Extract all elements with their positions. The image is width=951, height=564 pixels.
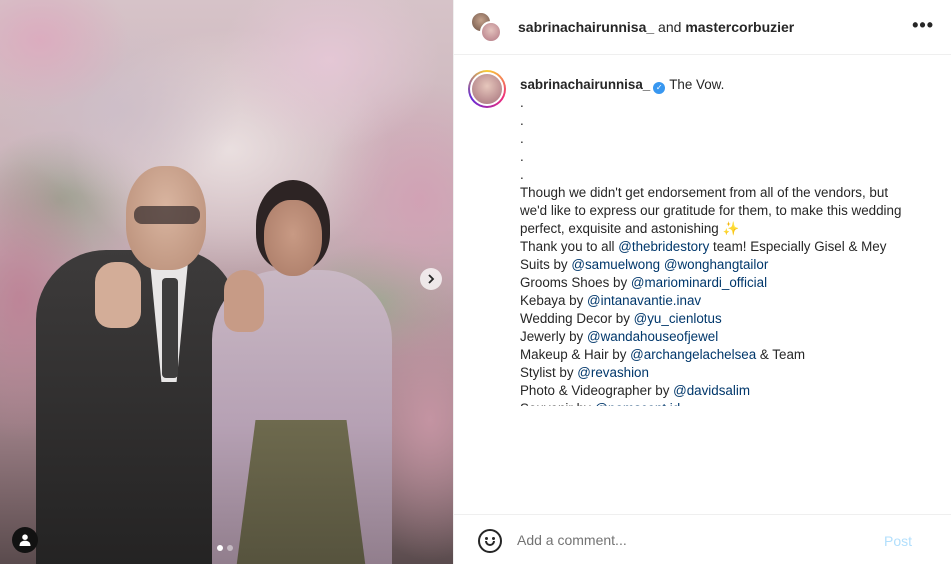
credit-line: Wedding Decor by @yu_cienlotus [520, 310, 940, 328]
credit-line: Kebaya by @intanavantie.inav [520, 292, 940, 310]
post-header: sabrinachairunnisa_ and mastercorbuzier … [454, 0, 951, 55]
caption-username[interactable]: sabrinachairunnisa_ [520, 77, 650, 92]
author-username[interactable]: sabrinachairunnisa_ [518, 19, 654, 35]
credit-label: Makeup & Hair by [520, 347, 631, 362]
bride-face [264, 200, 322, 276]
verified-badge-icon: ✓ [653, 82, 666, 94]
post-side-panel: sabrinachairunnisa_ and mastercorbuzier … [453, 0, 951, 564]
credit-label: Photo & Videographer by [520, 383, 674, 398]
credit-line: Souvenir by @pomscent.id [520, 400, 940, 406]
tagged-people-button[interactable] [12, 527, 38, 553]
mention-link[interactable]: @yu_cienlotus [634, 311, 722, 326]
credit-label: Kebaya by [520, 293, 587, 308]
credit-line: Suits by @samuelwong @wonghangtailor [520, 256, 940, 274]
credit-label: Jewerly by [520, 329, 587, 344]
person-tag-icon [19, 534, 31, 546]
caption-line: perfect, exquisite and astonishing ✨ [520, 221, 740, 236]
caption-dot: . [520, 131, 524, 146]
carousel-dot-active [217, 545, 223, 551]
credit-line: Grooms Shoes by @mariominardi_official [520, 274, 940, 292]
caption-text-segment: team! Especially Gisel & Mey [709, 239, 887, 254]
comment-input[interactable] [517, 530, 857, 550]
carousel-dot [227, 545, 233, 551]
bride-hand [224, 270, 264, 332]
groom-sunglasses [134, 206, 200, 224]
caption-text: sabrinachairunnisa_ ✓ The Vow. . . . . . T… [520, 76, 940, 406]
post-comment-button[interactable]: Post [884, 533, 912, 549]
avatar [470, 72, 504, 106]
mention-link[interactable]: @mariominardi_official [631, 275, 767, 290]
mention-link[interactable]: @revashion [577, 365, 649, 380]
groom-tie [162, 278, 178, 378]
mention-link[interactable]: @intanavantie.inav [587, 293, 701, 308]
mention-link[interactable]: @samuelwong [571, 257, 660, 272]
caption-dot: . [520, 167, 524, 182]
emoji-smile-icon[interactable] [478, 529, 502, 553]
more-options-button[interactable]: ••• [912, 16, 934, 34]
credit-line: Jewerly by @wandahouseofjewel [520, 328, 940, 346]
caption-line: we'd like to express our gratitude for t… [520, 203, 902, 218]
caption-scroll-area[interactable]: sabrinachairunnisa_ ✓ The Vow. . . . . . T… [454, 56, 951, 406]
caption-avatar[interactable] [468, 70, 506, 108]
caption-dot: . [520, 113, 524, 128]
collab-avatars[interactable] [470, 11, 504, 45]
bride-skirt [236, 420, 366, 564]
chevron-right-icon [428, 274, 435, 284]
mention-link[interactable]: @pomscent.id [594, 401, 680, 406]
caption-line: Though we didn't get endorsement from al… [520, 185, 889, 200]
credit-label: Wedding Decor by [520, 311, 634, 326]
more-horizontal-icon: ••• [912, 15, 934, 35]
credit-line: Stylist by @revashion [520, 364, 940, 382]
credit-line: Makeup & Hair by @archangelachelsea & Te… [520, 346, 940, 364]
vendor-credits-list: Suits by @samuelwong @wonghangtailor Groo… [520, 256, 940, 406]
caption-text-segment: Thank you to all [520, 239, 619, 254]
comment-bar: Post [454, 514, 951, 564]
groom-hand [95, 262, 141, 328]
credit-suffix: & Team [756, 347, 806, 362]
credit-label: Grooms Shoes by [520, 275, 631, 290]
credit-label: Suits by [520, 257, 572, 272]
caption-title: The Vow. [669, 77, 725, 92]
caption-thanks-line: Thank you to all @thebridestory team! Es… [520, 238, 940, 256]
carousel-next-button[interactable] [420, 268, 442, 290]
caption-dot: . [520, 149, 524, 164]
author-username[interactable]: mastercorbuzier [685, 19, 794, 35]
post-authors: sabrinachairunnisa_ and mastercorbuzier [518, 19, 794, 35]
authors-joiner: and [654, 19, 686, 35]
mention-link[interactable]: @davidsalim [673, 383, 750, 398]
caption-dot: . [520, 95, 524, 110]
carousel-indicator [217, 545, 233, 551]
mention-link[interactable]: @archangelachelsea [630, 347, 756, 362]
mention-link[interactable]: @wonghangtailor [664, 257, 768, 272]
mention-link[interactable]: @wandahouseofjewel [587, 329, 718, 344]
credit-label: Souvenir by [520, 401, 594, 406]
mention-link[interactable]: @thebridestory [618, 239, 709, 254]
avatar [480, 21, 502, 43]
credit-line: Photo & Videographer by @davidsalim [520, 382, 940, 400]
post-photo[interactable] [0, 0, 453, 564]
credit-label: Stylist by [520, 365, 578, 380]
